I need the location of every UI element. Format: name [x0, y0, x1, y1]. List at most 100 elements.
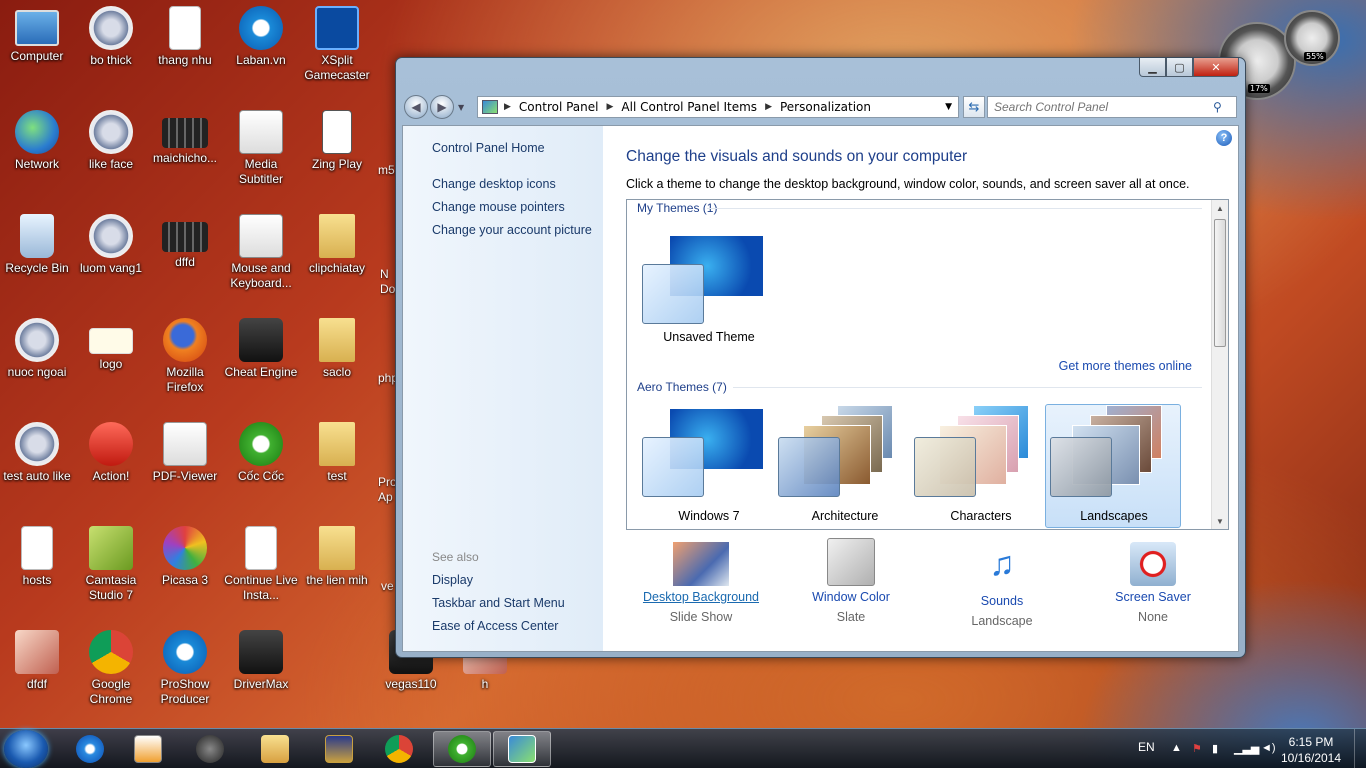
screen-saver-link[interactable]: Screen Saver	[1078, 590, 1228, 604]
desktop-icon-cheat-engine[interactable]: Cheat Engine	[224, 318, 298, 380]
search-icon[interactable]: ⚲	[1213, 100, 1222, 114]
device-icon[interactable]: ▮	[1212, 742, 1218, 755]
action-center-icon[interactable]: ⚑	[1192, 742, 1202, 755]
scroll-up-icon[interactable]: ▲	[1212, 200, 1228, 216]
breadcrumb-separator-icon[interactable]: ▶	[765, 102, 772, 112]
desktop-icon-recycle-bin[interactable]: Recycle Bin	[0, 214, 74, 276]
chevron-down-icon[interactable]: ▼	[945, 102, 952, 112]
desktop-icon-action[interactable]: Action!	[74, 422, 148, 484]
start-button[interactable]	[4, 730, 48, 768]
desktop-icon-test-auto-like[interactable]: test auto like	[0, 422, 74, 484]
maximize-button[interactable]: ▢	[1166, 58, 1193, 77]
taskbar-coccoc[interactable]	[433, 731, 491, 767]
desktop-icon-mouse-and-keyboard[interactable]: Mouse and Keyboard...	[224, 214, 298, 291]
desktop-icon-hosts[interactable]: hosts	[0, 526, 74, 588]
change-desktop-icons-link[interactable]: Change desktop icons	[432, 177, 556, 191]
taskbar-start-menu-link[interactable]: Taskbar and Start Menu	[432, 596, 565, 610]
minimize-button[interactable]: ▁	[1139, 58, 1166, 77]
themes-list[interactable]: My Themes (1) Unsaved Theme Get more the…	[626, 199, 1229, 530]
desktop-icon-drivermax[interactable]: DriverMax	[224, 630, 298, 692]
desktop-icon-proshow-producer[interactable]: ProShow Producer	[148, 630, 222, 707]
clock[interactable]: 6:15 PM 10/16/2014	[1276, 734, 1346, 766]
taskbar-control-panel[interactable]	[493, 731, 551, 767]
desktop-icon-pdf-viewer[interactable]: PDF-Viewer	[148, 422, 222, 484]
desktop-icon-computer[interactable]: Computer	[0, 6, 74, 64]
theme-windows-7[interactable]: Windows 7	[641, 405, 777, 529]
show-hidden-icons[interactable]: ▲	[1171, 742, 1182, 754]
desktop-icon-media-subtitler[interactable]: Media Subtitler	[224, 110, 298, 187]
theme-characters[interactable]: Characters	[913, 405, 1049, 529]
desktop-icon-picasa-3[interactable]: Picasa 3	[148, 526, 222, 588]
close-button[interactable]: ✕	[1193, 58, 1239, 77]
desktop-icon-clipchiatay[interactable]: clipchiatay	[300, 214, 374, 276]
desktop-icon-thang-nhu[interactable]: thang nhu	[148, 6, 222, 68]
window-color-link[interactable]: Window Color	[776, 590, 926, 604]
partial-icon-label[interactable]: Pro Ap	[378, 475, 396, 505]
desktop-icon-logo[interactable]: logo	[74, 318, 148, 372]
taskbar-ie[interactable]	[61, 731, 119, 767]
desktop-icon-xsplit-gamecaster[interactable]: XSplit Gamecaster	[300, 6, 374, 83]
taskbar-media-center[interactable]	[181, 731, 239, 767]
desktop-background-link[interactable]: Desktop Background	[626, 590, 776, 604]
desktop-icon-mozilla-firefox[interactable]: Mozilla Firefox	[148, 318, 222, 395]
window-color-item[interactable]: Window Color Slate	[776, 538, 926, 624]
desktop-icon-google-chrome[interactable]: Google Chrome	[74, 630, 148, 707]
taskbar-game[interactable]	[310, 731, 368, 767]
sounds-link[interactable]: Sounds	[927, 594, 1077, 608]
desktop-icon-network[interactable]: Network	[0, 110, 74, 172]
sounds-item[interactable]: ♫ Sounds Landscape	[927, 538, 1077, 628]
breadcrumb-personalization[interactable]: Personalization	[780, 100, 871, 114]
desktop-icon-bo-thick[interactable]: bo thick	[74, 6, 148, 68]
address-bar[interactable]: ▶ Control Panel ▶ All Control Panel Item…	[477, 96, 959, 118]
desktop-icon-maichicho[interactable]: maichicho...	[148, 110, 222, 166]
desktop-icon-dffd[interactable]: dffd	[148, 214, 222, 270]
breadcrumb-control-panel[interactable]: Control Panel	[519, 100, 599, 114]
desktop-icon-test[interactable]: test	[300, 422, 374, 484]
breadcrumb-separator-icon[interactable]: ▶	[607, 102, 614, 112]
scroll-down-icon[interactable]: ▼	[1212, 513, 1228, 529]
help-icon[interactable]: ?	[1216, 130, 1232, 146]
theme-unsaved[interactable]: Unsaved Theme	[641, 226, 777, 350]
taskbar-media-player[interactable]	[119, 731, 177, 767]
forward-button[interactable]: ▶	[430, 95, 454, 119]
search-input[interactable]	[988, 100, 1213, 114]
change-mouse-pointers-link[interactable]: Change mouse pointers	[432, 200, 565, 214]
partial-icon-label[interactable]: ve	[381, 579, 394, 593]
display-link[interactable]: Display	[432, 573, 473, 587]
ram-meter-gadget[interactable]: 55%	[1284, 10, 1340, 66]
desktop-icon-the-lien-mih[interactable]: the lien mih	[300, 526, 374, 588]
desktop-icon-camtasia-studio-7[interactable]: Camtasia Studio 7	[74, 526, 148, 603]
theme-architecture[interactable]: Architecture	[777, 405, 913, 529]
desktop-icon-saclo[interactable]: saclo	[300, 318, 374, 380]
scroll-thumb[interactable]	[1214, 219, 1226, 347]
desktop-background-item[interactable]: Desktop Background Slide Show	[626, 538, 776, 624]
screen-saver-item[interactable]: Screen Saver None	[1078, 538, 1228, 624]
control-panel-home-link[interactable]: Control Panel Home	[432, 141, 545, 155]
recent-pages-dropdown[interactable]: ▼	[458, 103, 464, 112]
volume-icon[interactable]: ◄)	[1261, 742, 1276, 754]
desktop-icon-like-face[interactable]: like face	[74, 110, 148, 172]
desktop-icon-zing-play[interactable]: Zing Play	[300, 110, 374, 172]
desktop-icon-nuoc-ngoai[interactable]: nuoc ngoai	[0, 318, 74, 380]
ease-of-access-link[interactable]: Ease of Access Center	[432, 619, 558, 633]
desktop-icon-luom-vang1[interactable]: luom vang1	[74, 214, 148, 276]
show-desktop-button[interactable]	[1354, 729, 1366, 768]
desktop-icon-laban-vn[interactable]: Laban.vn	[224, 6, 298, 68]
theme-landscapes[interactable]: Landscapes	[1045, 404, 1181, 528]
taskbar-explorer[interactable]	[246, 731, 304, 767]
personalization-window[interactable]: ▁ ▢ ✕ ◀ ▶ ▼ ▶ Control Panel ▶ All Contro…	[395, 57, 1246, 658]
desktop-icon-continue-live-insta[interactable]: Continue Live Insta...	[224, 526, 298, 603]
search-box[interactable]: ⚲	[987, 96, 1237, 118]
refresh-button[interactable]: ⇆	[963, 96, 985, 118]
change-account-picture-link[interactable]: Change your account picture	[432, 223, 592, 237]
partial-icon-label[interactable]: N Do	[380, 267, 396, 297]
get-more-themes-link[interactable]: Get more themes online	[1059, 359, 1192, 373]
desktop-icon-dfdf[interactable]: dfdf	[0, 630, 74, 692]
network-signal-icon[interactable]: ▁▃▅	[1234, 742, 1259, 755]
language-indicator[interactable]: EN	[1138, 740, 1155, 754]
taskbar-chrome[interactable]	[370, 731, 428, 767]
desktop-icon-c-c-c-c[interactable]: Cốc Cốc	[224, 422, 298, 484]
back-button[interactable]: ◀	[404, 95, 428, 119]
breadcrumb-separator-icon[interactable]: ▶	[504, 102, 511, 112]
themes-scrollbar[interactable]: ▲ ▼	[1211, 200, 1228, 529]
